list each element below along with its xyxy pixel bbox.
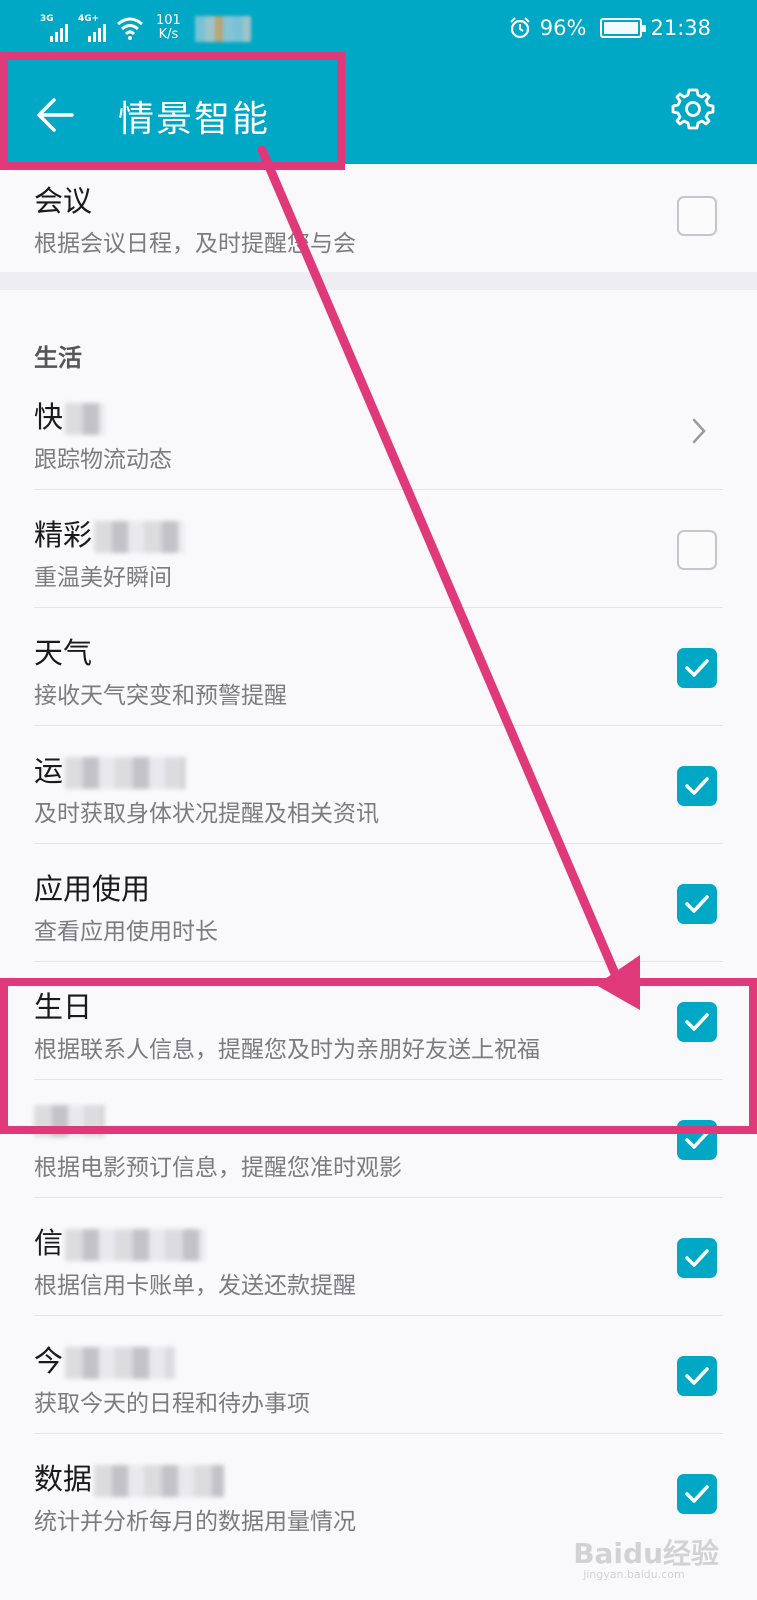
checkbox[interactable] — [677, 648, 717, 688]
check-icon — [685, 895, 709, 913]
list-item-credit-card[interactable]: 信 根据信用卡账单，发送还款提醒 — [34, 1198, 723, 1316]
list-item-express[interactable]: 快 跟踪物流动态 — [34, 372, 723, 490]
wifi-icon — [117, 17, 143, 40]
redacted-text — [94, 1465, 225, 1497]
redacted-text — [94, 521, 185, 553]
checkbox[interactable] — [677, 766, 717, 806]
gear-icon — [671, 88, 715, 130]
signal-icon: 4G+ — [78, 12, 108, 42]
check-icon — [685, 1249, 709, 1267]
annotation-box-birthday — [0, 978, 757, 1134]
checkbox[interactable] — [677, 1474, 717, 1514]
annotation-box-title — [0, 52, 345, 170]
redacted-text — [65, 1347, 176, 1379]
check-icon — [685, 1367, 709, 1385]
clock: 21:38 — [650, 16, 711, 40]
check-icon — [685, 1485, 709, 1503]
section-divider — [0, 272, 757, 290]
battery-percent: 96% — [539, 16, 587, 40]
checkbox[interactable] — [677, 530, 717, 570]
checkbox[interactable] — [677, 196, 717, 236]
settings-button[interactable] — [670, 86, 720, 136]
alarm-icon — [510, 17, 530, 39]
battery-icon — [600, 18, 647, 38]
notification-icons-blurred — [194, 16, 251, 42]
status-bar: 3G 4G+ 101 K/s 96% 21:38 — [0, 0, 757, 60]
check-icon — [685, 777, 709, 795]
list-item-meeting[interactable]: 会议 根据会议日程，及时提醒您与会 — [34, 164, 723, 272]
section-header-life: 生活 — [34, 344, 82, 372]
list-item-health[interactable]: 运 及时获取身体状况提醒及相关资讯 — [34, 726, 723, 844]
redacted-text — [65, 1229, 206, 1261]
checkbox[interactable] — [677, 884, 717, 924]
redacted-text — [65, 403, 106, 435]
list-item-weather[interactable]: 天气 接收天气突变和预警提醒 — [34, 608, 723, 726]
chevron-right-icon — [692, 418, 706, 444]
net-speed: 101 K/s — [156, 13, 181, 42]
settings-list: 会议 根据会议日程，及时提醒您与会 生活 快 跟踪物流动态 精彩 重温美好瞬间 … — [0, 164, 757, 1552]
list-item-today[interactable]: 今 获取今天的日程和待办事项 — [34, 1316, 723, 1434]
checkbox[interactable] — [677, 1356, 717, 1396]
list-item-app-usage[interactable]: 应用使用 查看应用使用时长 — [34, 844, 723, 962]
check-icon — [685, 659, 709, 677]
watermark-logo: Baidu经验 jingyan.baidu.com — [573, 1537, 719, 1581]
checkbox[interactable] — [677, 1238, 717, 1278]
redacted-text — [65, 757, 186, 789]
signal-icon: 3G — [40, 12, 70, 42]
list-item-highlights[interactable]: 精彩 重温美好瞬间 — [34, 490, 723, 608]
